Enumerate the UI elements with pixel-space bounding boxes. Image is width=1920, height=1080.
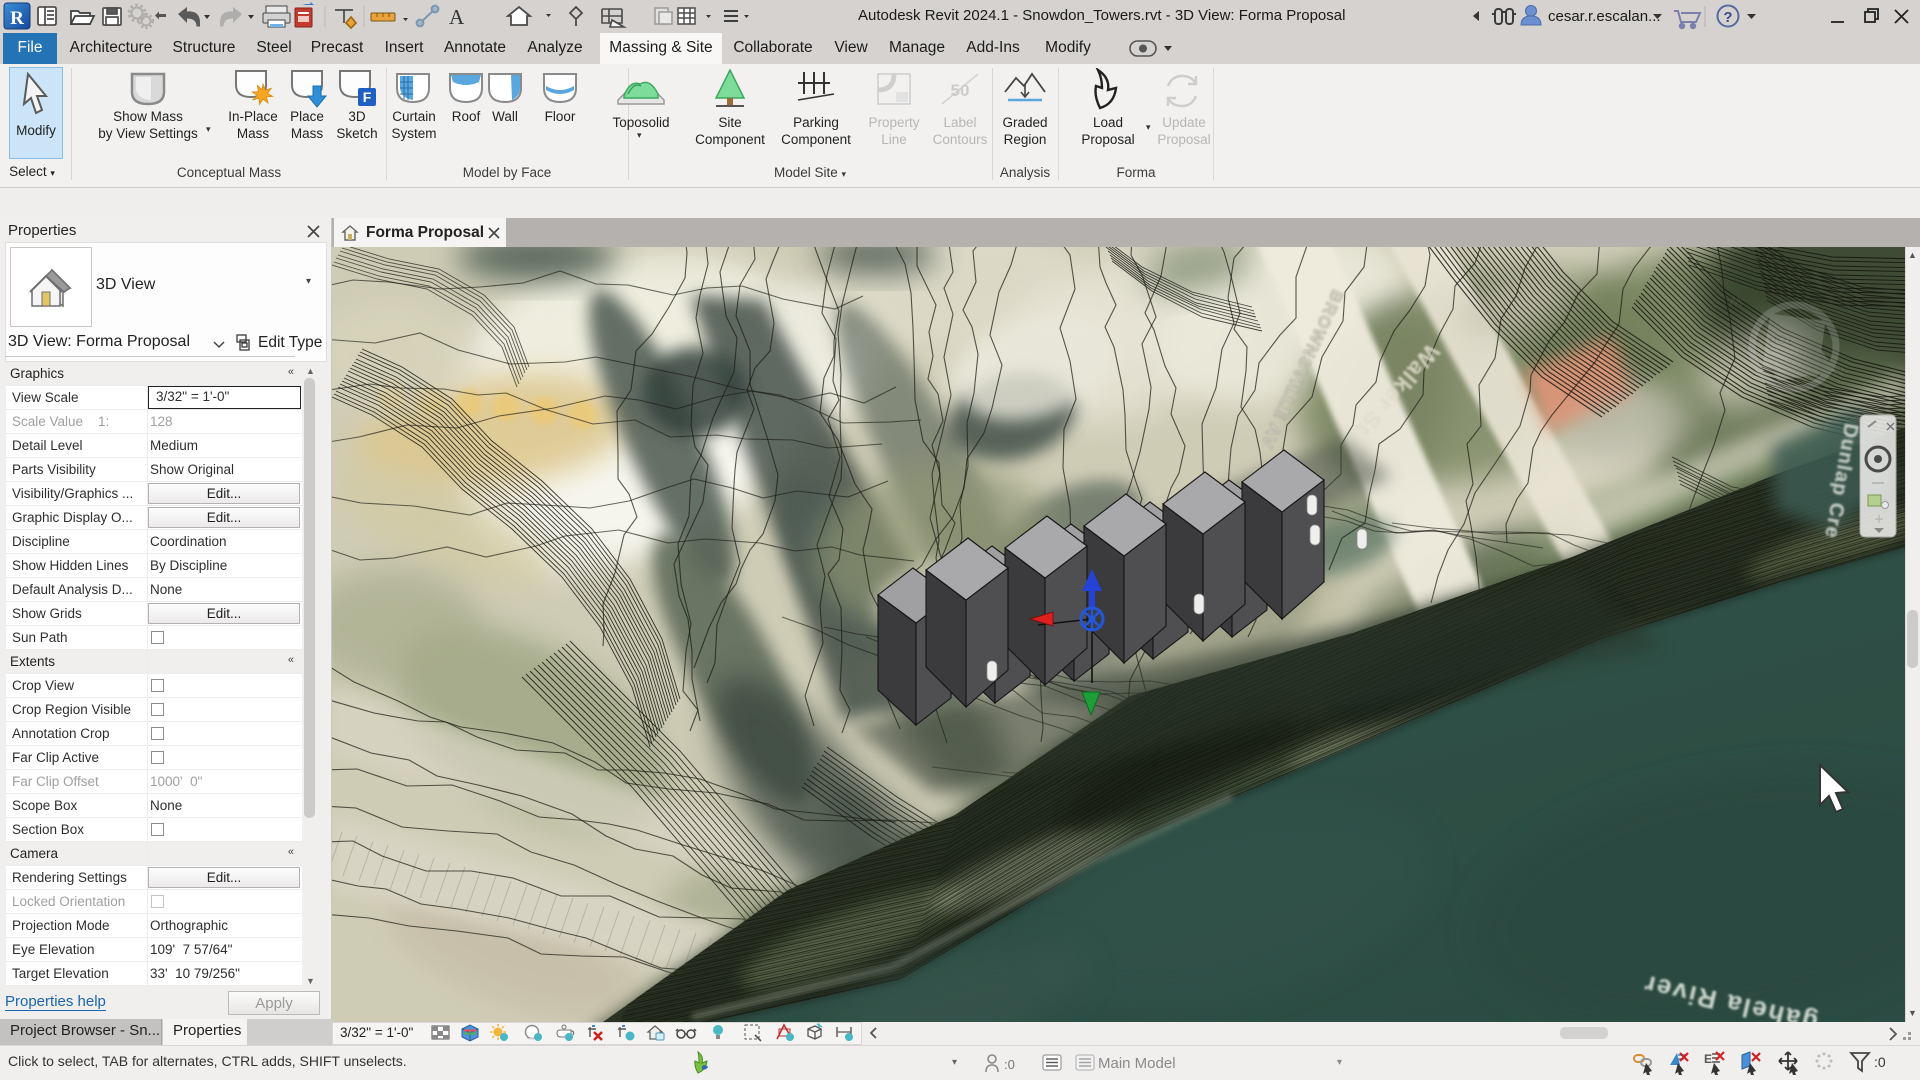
svg-text:A: A [449,5,465,29]
svg-text::0: :0 [1874,1054,1886,1070]
svg-text:R: R [10,8,24,29]
svg-text:E: E [1704,1052,1712,1066]
svg-text::0: :0 [1004,1057,1015,1072]
svg-text:F: F [363,89,372,105]
svg-text:W: W [1729,294,1742,309]
svg-text:cesar.r.escalan...: cesar.r.escalan... [1548,8,1661,25]
svg-text:?: ? [1723,9,1732,26]
svg-text:50: 50 [951,81,970,100]
